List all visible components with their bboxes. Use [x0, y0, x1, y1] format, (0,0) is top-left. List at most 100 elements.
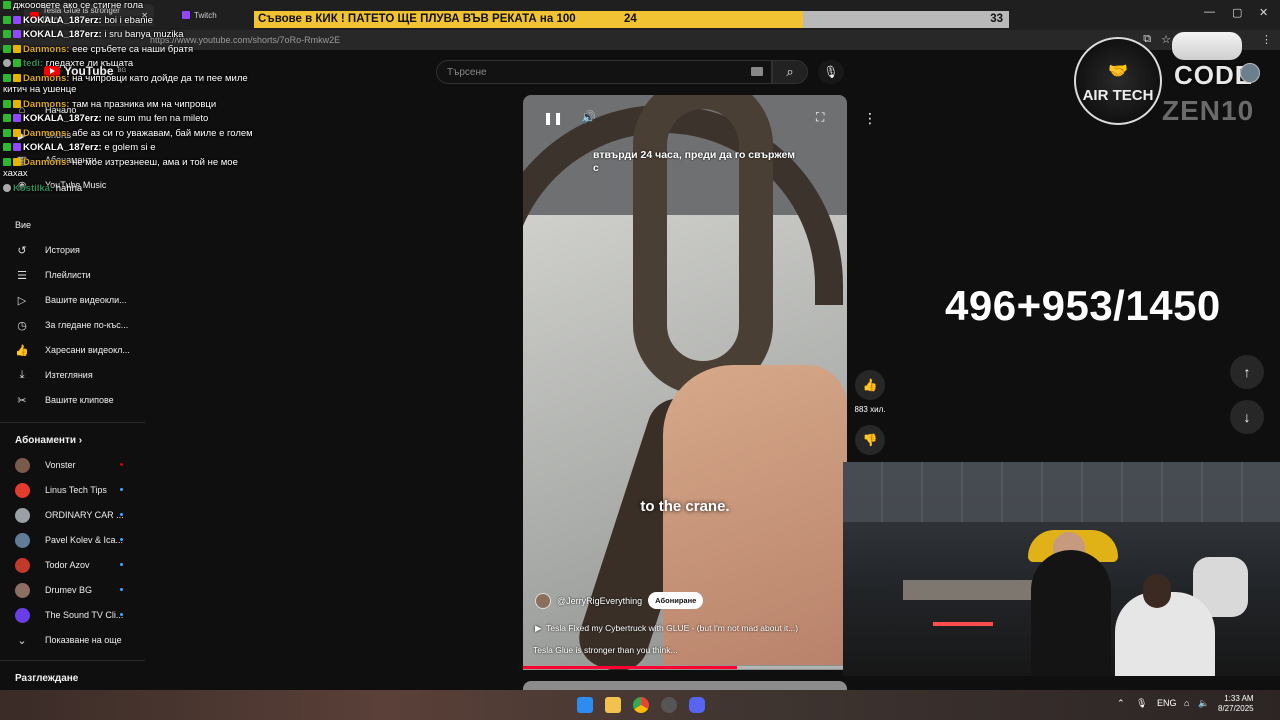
goal-max: 33 — [990, 13, 1003, 25]
search-input[interactable]: Търсене — [436, 60, 772, 84]
chat-username: Danmons: — [23, 72, 70, 84]
chat-text: e golem si e — [104, 142, 156, 153]
sidebar-item-you-1[interactable]: ☰ Плейлисти — [0, 263, 140, 287]
sidebar-item-label: История — [45, 245, 80, 255]
thumbs-down-icon: 👎 — [862, 433, 878, 447]
goal-current: 24 — [624, 13, 637, 25]
chat-username: Danmons: — [23, 156, 70, 168]
chat-badge-icon — [13, 15, 21, 24]
chat-badge-icon — [3, 157, 11, 166]
chat-text: гледахте ли къщата — [45, 58, 134, 69]
bookmark-star-icon[interactable]: ☆ — [1161, 33, 1171, 46]
subscription-item[interactable]: Pavel Kolev & Ica... — [0, 528, 140, 552]
subscription-item[interactable]: ORDINARY CAR ... — [0, 503, 140, 527]
goal-progress-bar: Съвове в КИК ! ПАТЕТО ЩЕ ПЛУВА ВЪВ РЕКАТ… — [254, 11, 1009, 28]
video-progress-bar[interactable] — [523, 666, 847, 669]
volume-tray-icon[interactable]: 🔈 — [1198, 698, 1209, 709]
tray-chevron-icon[interactable]: ⌃ — [1117, 698, 1125, 709]
sidebar-item-you-0[interactable]: ↺ История — [0, 238, 140, 262]
chat-badge-icon — [13, 128, 21, 137]
chevron-down-icon: ⌄ — [17, 634, 27, 647]
subscription-name: Drumev BG — [45, 585, 93, 595]
chat-message: Danmons: там на празника им на чипровци — [3, 99, 253, 111]
sidebar-item-you-2[interactable]: ▷ Вашите видеокли... — [0, 288, 140, 312]
chat-username: Danmons: — [23, 98, 70, 110]
subscription-item[interactable]: Drumev BG — [0, 578, 140, 602]
input-language[interactable]: ENG — [1157, 698, 1177, 708]
sidebar-you-heading[interactable]: Вие — [15, 220, 31, 230]
playlists-icon: ☰ — [17, 269, 27, 282]
video-description[interactable]: Tesla Glue is stronger than you think... — [533, 645, 678, 655]
network-icon[interactable]: ⌂ — [1184, 698, 1189, 708]
new-content-dot — [120, 463, 123, 466]
subscriptions-heading[interactable]: Абонаменти › — [15, 435, 82, 446]
subscription-name: Todor Azov — [45, 560, 90, 570]
arrow-down-icon: ↓ — [1243, 409, 1251, 425]
close-window-icon[interactable]: ✕ — [1259, 6, 1268, 19]
new-content-dot — [120, 563, 123, 566]
pause-icon[interactable]: ❚❚ — [543, 111, 563, 125]
chat-message: джооовете ако се стигне гола — [3, 0, 253, 12]
chat-username: Danmons: — [23, 127, 70, 139]
chevron-right-icon: › — [76, 435, 83, 446]
subscribe-button[interactable]: Абониране — [648, 592, 704, 609]
subscriptions-heading-label: Абонаменти — [15, 435, 77, 446]
sidebar-divider — [0, 660, 145, 661]
sidebar-item-you-5[interactable]: ⤓ Изтегляния — [0, 363, 140, 387]
tray-mic-icon[interactable]: 🎙 — [1136, 698, 1147, 709]
like-button[interactable]: 👍 — [855, 370, 885, 400]
shorts-video-player[interactable]: ❚❚ 🔊 ⛶ втвърди 24 часа, преди да го свър… — [523, 95, 847, 670]
file-explorer-icon[interactable] — [605, 697, 621, 713]
channel-avatar — [15, 458, 30, 473]
show-more-button[interactable]: ⌄ Показване на още — [0, 628, 140, 652]
sidebar-divider — [0, 422, 145, 423]
chat-message: Danmons: не мое изтрезнееш, ама и той не… — [3, 157, 253, 180]
chat-badge-icon — [13, 44, 21, 53]
discord-icon[interactable] — [689, 697, 705, 713]
video-caption-bottom: to the crane. — [640, 498, 730, 515]
menu-kebab-icon[interactable]: ⋮ — [1261, 33, 1272, 46]
chat-badge-icon — [3, 183, 11, 192]
chat-text: джооовете ако се стигне гола — [13, 0, 144, 11]
chat-badge-icon — [13, 99, 21, 108]
next-short-button[interactable]: ↓ — [1230, 400, 1264, 434]
url-path: /shorts/7oRo-Rmkw2E — [250, 35, 341, 45]
sidebar-item-you-4[interactable]: 👍 Харесани видеокл... — [0, 338, 140, 362]
stream-chat-overlay: джооовете ако се стигне гола KOKALA_187er… — [3, 0, 253, 197]
chat-username: KOKALA_187erz: — [23, 29, 102, 40]
screen: Tesla Glue is stronger than ✕ Twitch — ▢… — [0, 0, 1280, 720]
keyboard-icon[interactable] — [751, 67, 763, 76]
volume-icon[interactable]: 🔊 — [581, 110, 596, 124]
subscription-item[interactable]: The Sound TV Cli... — [0, 603, 140, 627]
more-options-icon[interactable]: ⋮ — [858, 107, 882, 131]
video-title: Tesla Fixed my Cybertruck with GLUE - (b… — [546, 623, 799, 633]
sidebar-item-you-6[interactable]: ✂ Вашите клипове — [0, 388, 140, 412]
chrome-icon[interactable] — [633, 697, 649, 713]
sidebar-item-you-3[interactable]: ◷ За гледане по-къс... — [0, 313, 140, 337]
new-content-dot — [120, 538, 123, 541]
like-count: 883 хил. — [854, 405, 886, 414]
fullscreen-icon[interactable]: ⛶ — [816, 110, 824, 125]
account-avatar[interactable] — [1240, 63, 1260, 83]
start-windows-icon[interactable] — [577, 697, 593, 713]
minimize-icon[interactable]: — — [1204, 6, 1215, 18]
system-clock[interactable]: 1:33 AM 8/27/2025 — [1218, 694, 1254, 714]
subscription-item[interactable]: Vonster — [0, 453, 140, 477]
sidebar-item-label: Вашите клипове — [45, 395, 114, 405]
search-button[interactable]: ⌕ — [772, 60, 808, 84]
channel-avatar[interactable] — [535, 592, 551, 609]
chat-badge-icon — [3, 44, 11, 53]
chat-text: еее сръбете са наши братя — [72, 43, 194, 55]
voice-search-button[interactable]: 🎙 — [818, 60, 844, 84]
dislike-button[interactable]: 👎 — [855, 425, 885, 455]
chat-message: Danmons: еее сръбете са наши братя — [3, 44, 253, 56]
video-title-link[interactable]: ▶ Tesla Fixed my Cybertruck with GLUE - … — [535, 623, 798, 634]
channel-name[interactable]: @JerryRigEverything — [557, 596, 642, 606]
maximize-icon[interactable]: ▢ — [1232, 6, 1242, 19]
subscription-item[interactable]: Linus Tech Tips — [0, 478, 140, 502]
previous-short-button[interactable]: ↑ — [1230, 355, 1264, 389]
chat-badge-icon — [13, 143, 21, 151]
obs-icon[interactable] — [661, 697, 677, 713]
subscription-item[interactable]: Todor Azov — [0, 553, 140, 577]
install-icon[interactable]: ⧉ — [1143, 33, 1151, 46]
